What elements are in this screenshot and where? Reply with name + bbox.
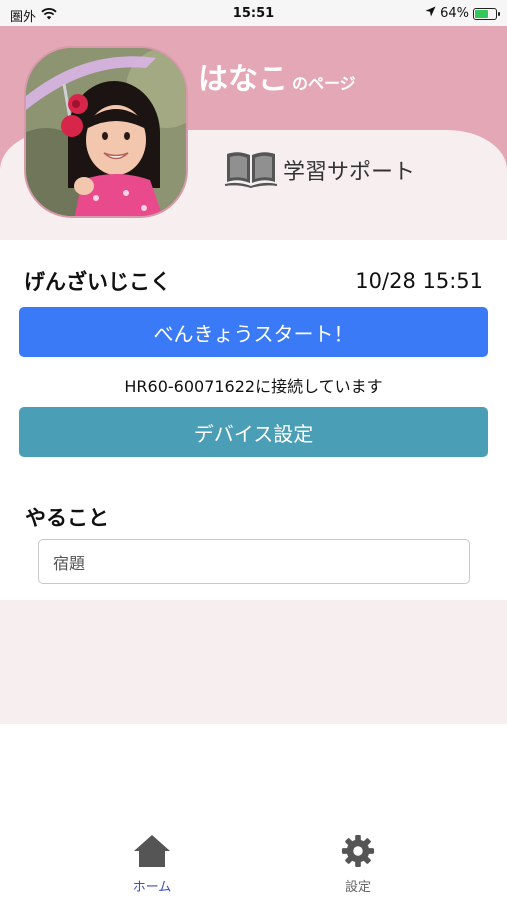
tab-home[interactable]: ホーム (120, 834, 184, 895)
battery-percent: 64% (440, 6, 469, 21)
learning-support-link[interactable]: 学習サポート (225, 148, 415, 192)
current-time-row: げんざいじこく 10/28 15:51 (24, 266, 483, 296)
tab-settings-label: 設定 (344, 880, 371, 895)
start-study-button[interactable]: べんきょうスタート！ (19, 307, 488, 357)
todo-input[interactable]: 宿題 (38, 539, 470, 584)
tab-settings[interactable]: 設定 (326, 834, 390, 895)
current-time-label: げんざいじこく (24, 270, 171, 294)
status-bar: 圏外 15:51 64% (0, 0, 507, 26)
learning-support-label: 学習サポート (283, 160, 416, 185)
profile-header: はなこ のページ 学習サポート (0, 26, 507, 240)
battery-icon (473, 7, 500, 20)
home-icon (133, 834, 171, 872)
current-time-value: 10/28 15:51 (355, 269, 483, 293)
status-right: 64% (425, 6, 500, 21)
device-settings-button[interactable]: デバイス設定 (19, 407, 488, 457)
todo-placeholder: 宿題 (53, 553, 86, 573)
gear-icon (340, 834, 376, 872)
user-name: はなこ (198, 62, 288, 97)
bottom-panel (0, 600, 507, 724)
todo-heading: やること (25, 506, 109, 530)
page-suffix: のページ (292, 74, 356, 93)
connection-status: HR60-60071622に接続しています (124, 377, 383, 396)
avatar[interactable] (24, 46, 188, 218)
tab-bar: ホーム 設定 (0, 820, 507, 900)
main-content: げんざいじこく 10/28 15:51 べんきょうスタート！ HR60-6007… (0, 240, 507, 600)
book-icon (225, 148, 277, 192)
page-title: はなこ のページ (198, 54, 356, 98)
tab-home-label: ホーム (132, 880, 172, 895)
location-arrow-icon (425, 6, 436, 21)
